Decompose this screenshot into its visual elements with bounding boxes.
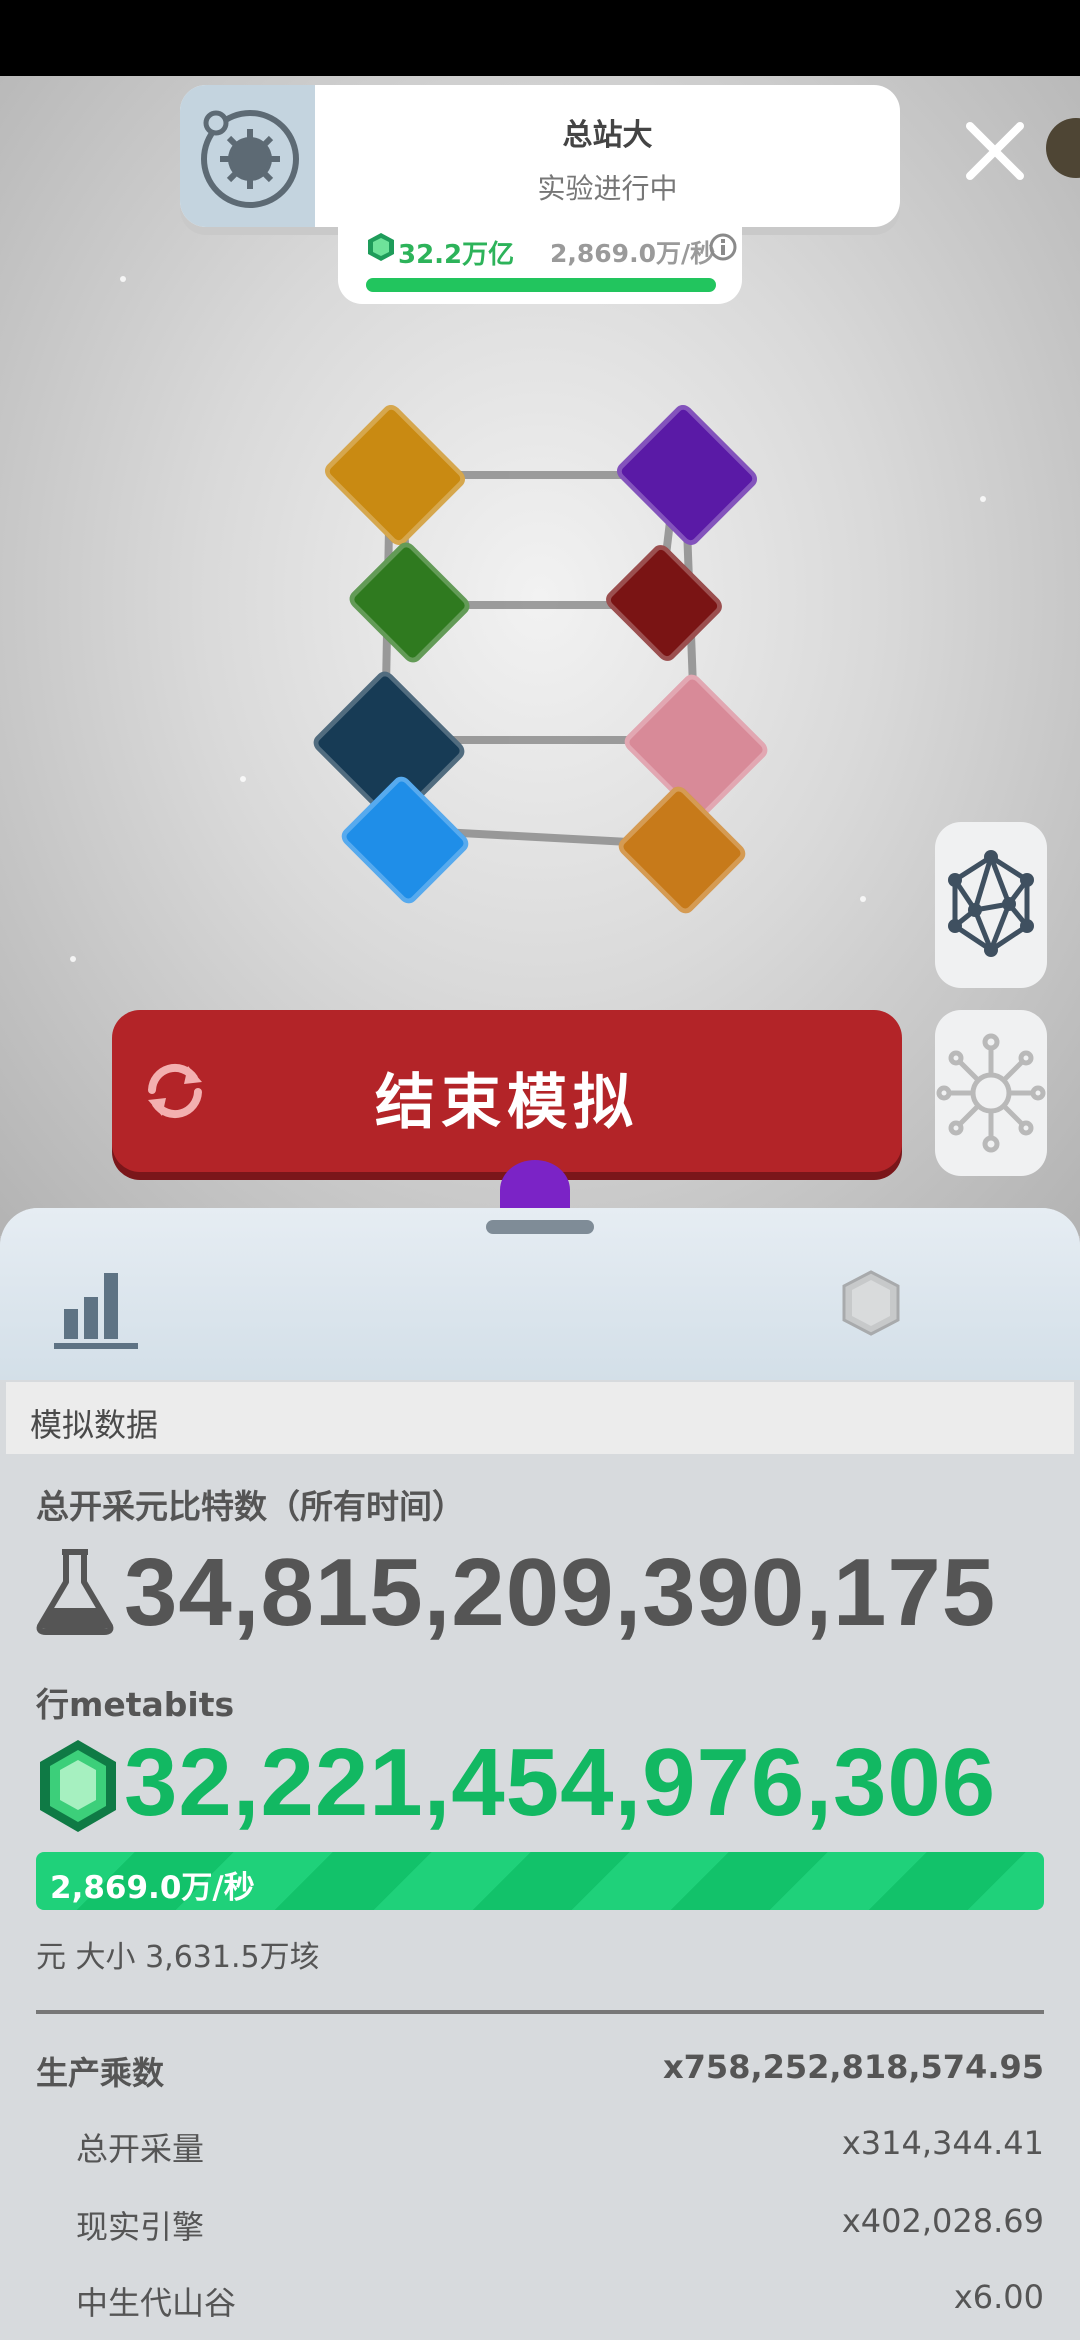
- info-icon[interactable]: [708, 232, 738, 262]
- network-icon: [948, 850, 1034, 957]
- end-simulation-button[interactable]: 结束模拟: [112, 1010, 902, 1172]
- multiplier-name: 现实引擎: [76, 2208, 205, 2246]
- total-mined-value: 34,815,209,390,175: [124, 1539, 997, 1646]
- multiplier-row: 中生代山谷 x6.00: [36, 2278, 1044, 2334]
- multiplier-value: x758,252,818,574.95: [663, 2048, 1044, 2086]
- flask-icon: [36, 1549, 114, 1635]
- meta-size: 元 大小 3,631.5万垓: [36, 1940, 320, 1975]
- metabits-label: 行metabits: [36, 1685, 235, 1724]
- multiplier-name: 总开采量: [76, 2130, 205, 2168]
- metabit-gem-icon: [368, 233, 394, 261]
- simulation-lattice[interactable]: [300, 400, 780, 918]
- resource-progress-bar: [366, 278, 716, 292]
- production-rate: 2,869.0万/秒: [50, 1870, 255, 1906]
- station-title: 总站大: [562, 118, 653, 153]
- close-icon: [966, 122, 1024, 180]
- resource-rate: 2,869.0万/秒: [550, 239, 716, 268]
- virus-icon: [936, 1033, 1046, 1153]
- multiplier-value: x314,344.41: [841, 2124, 1044, 2162]
- sparkle: [980, 496, 986, 502]
- gem-icon[interactable]: [836, 1268, 906, 1338]
- gear-planet-icon: [201, 110, 299, 208]
- station-status: 实验进行中: [537, 172, 678, 205]
- station-card[interactable]: 总站大 实验进行中: [180, 85, 900, 227]
- sparkle: [70, 956, 76, 962]
- station-icon-tile: [180, 85, 315, 227]
- multiplier-value: x402,028.69: [841, 2202, 1044, 2240]
- total-mined-label: 总开采元比特数（所有时间）: [36, 1487, 465, 1526]
- multiplier-name: 生产乘数: [36, 2054, 165, 2092]
- divider: [36, 2010, 1044, 2014]
- metabit-gem-icon: [40, 1740, 116, 1832]
- network-button[interactable]: [935, 822, 1047, 988]
- section-header: 模拟数据: [6, 1382, 1074, 1454]
- resource-pill: 32.2万亿 2,869.0万/秒: [338, 222, 742, 304]
- status-bar: [0, 0, 1080, 76]
- production-rate-bar: 2,869.0万/秒: [36, 1852, 1044, 1910]
- sparkle: [860, 896, 866, 902]
- metabits-value: 32,221,454,976,306: [124, 1729, 997, 1836]
- end-simulation-label: 结束模拟: [375, 1068, 639, 1138]
- resource-amount: 32.2万亿: [398, 240, 515, 270]
- stats-panel: 模拟数据 总开采元比特数（所有时间） 34,815,209,390,175 行m…: [0, 1208, 1080, 2340]
- drag-handle[interactable]: [486, 1220, 594, 1234]
- multiplier-row: 生产乘数 x758,252,818,574.95: [36, 2048, 1044, 2104]
- virus-button[interactable]: [935, 1010, 1047, 1176]
- multiplier-value: x6.00: [953, 2278, 1044, 2316]
- section-title: 模拟数据: [30, 1406, 159, 1444]
- sparkle: [240, 776, 246, 782]
- multiplier-row: 现实引擎 x402,028.69: [36, 2202, 1044, 2258]
- bar-chart-icon[interactable]: [52, 1263, 142, 1353]
- multiplier-row: 总开采量 x314,344.41: [36, 2124, 1044, 2180]
- panel-tab-strip: [0, 1208, 1080, 1380]
- sparkle: [120, 276, 126, 282]
- multiplier-name: 中生代山谷: [76, 2284, 237, 2322]
- close-button[interactable]: [962, 118, 1028, 184]
